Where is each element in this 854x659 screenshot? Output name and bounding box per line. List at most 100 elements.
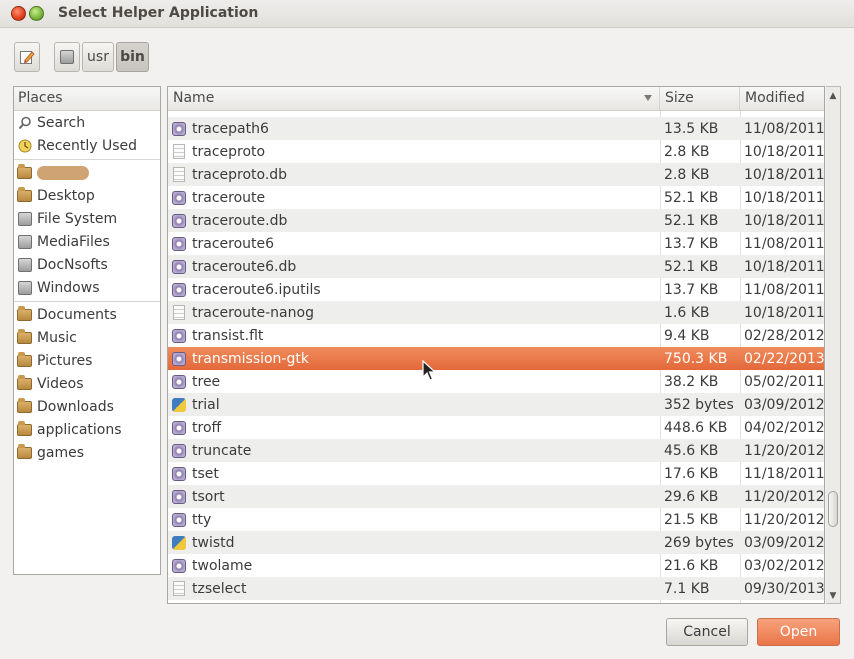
file-size: 21.6 KB xyxy=(664,557,719,574)
open-button[interactable]: Open xyxy=(757,618,840,646)
file-modified: 10/18/2011 xyxy=(744,304,825,321)
file-list-scrollbar[interactable]: ▲ ▼ xyxy=(826,86,841,604)
file-row[interactable]: twolame 21.6 KB 03/02/2012 xyxy=(168,554,824,577)
place-downloads[interactable]: Downloads xyxy=(17,396,114,418)
file-size: 750.3 KB xyxy=(664,350,728,367)
file-name: traceroute6.iputils xyxy=(192,281,321,298)
place-file-system[interactable]: File System xyxy=(17,208,117,230)
column-header-size[interactable]: Size xyxy=(660,87,740,111)
place-docnsofts[interactable]: DocNsofts xyxy=(17,254,108,276)
file-name: tty xyxy=(192,511,212,528)
place-recently-used[interactable]: Recently Used xyxy=(17,135,137,157)
file-name: traceproto xyxy=(192,143,266,160)
file-row[interactable]: truncate 45.6 KB 11/20/2012 xyxy=(168,439,824,462)
place-mediafiles[interactable]: MediaFiles xyxy=(17,231,110,253)
file-name-cell: transist.flt xyxy=(171,324,263,347)
place-label: Music xyxy=(37,330,77,346)
file-row[interactable]: transist.flt 9.4 KB 02/28/2012 xyxy=(168,324,824,347)
file-row[interactable]: traceroute.db 52.1 KB 10/18/2011 xyxy=(168,209,824,232)
file-row[interactable]: tty 21.5 KB 11/20/2012 xyxy=(168,508,824,531)
file-name-cell: traceroute6.db xyxy=(171,255,296,278)
executable-icon xyxy=(171,351,187,367)
file-size: 269 bytes xyxy=(664,534,734,551)
file-name: tree xyxy=(192,373,221,390)
scroll-down-arrow-icon[interactable]: ▼ xyxy=(828,591,838,601)
file-row[interactable]: traceroute6.iputils 13.7 KB 11/08/2011 xyxy=(168,278,824,301)
place-label: applications xyxy=(37,422,122,438)
file-name: twolame xyxy=(192,557,253,574)
file-list[interactable]: Name Size Modified tracepath6 13.5 KB 11/0… xyxy=(167,86,825,604)
file-size: 448.6 KB xyxy=(664,419,728,436)
file-row[interactable]: troff 448.6 KB 04/02/2012 xyxy=(168,416,824,439)
file-row[interactable]: tsort 29.6 KB 11/20/2012 xyxy=(168,485,824,508)
executable-icon xyxy=(171,121,187,137)
sort-descending-icon xyxy=(644,95,652,101)
place-documents[interactable]: Documents xyxy=(17,304,117,326)
file-name-cell: tzselect xyxy=(171,577,246,600)
executable-icon xyxy=(171,282,187,298)
file-row[interactable]: tree 38.2 KB 05/02/2011 xyxy=(168,370,824,393)
text-file-icon xyxy=(171,581,187,597)
place-desktop[interactable]: Desktop xyxy=(17,185,95,207)
file-name-cell: traceproto.db xyxy=(171,163,287,186)
file-size: 21.5 KB xyxy=(664,511,719,528)
file-modified: 11/08/2011 xyxy=(744,281,825,298)
folder-icon xyxy=(17,398,32,415)
scroll-up-arrow-icon[interactable]: ▲ xyxy=(828,91,838,101)
scrollbar-thumb[interactable] xyxy=(828,491,838,527)
place-search[interactable]: Search xyxy=(17,112,85,134)
file-modified: 10/18/2011 xyxy=(744,143,825,160)
close-window-button[interactable] xyxy=(11,6,26,21)
place-home[interactable] xyxy=(17,162,89,184)
file-row[interactable]: traceroute6 13.7 KB 11/08/2011 xyxy=(168,232,824,255)
text-file-icon xyxy=(171,167,187,183)
file-size: 9.4 KB xyxy=(664,327,710,344)
path-crumb-usr[interactable]: usr xyxy=(82,42,114,72)
file-size: 52.1 KB xyxy=(664,258,719,275)
file-name-cell: traceroute6 xyxy=(171,232,274,255)
type-location-button[interactable] xyxy=(14,42,40,72)
folder-icon xyxy=(17,421,32,438)
place-games[interactable]: games xyxy=(17,442,84,464)
cancel-button[interactable]: Cancel xyxy=(666,618,748,646)
file-row[interactable]: tzselect 7.1 KB 09/30/2013 xyxy=(168,577,824,600)
place-music[interactable]: Music xyxy=(17,327,77,349)
file-name-cell: transmission-gtk xyxy=(171,347,309,370)
file-row[interactable]: traceroute6.db 52.1 KB 10/18/2011 xyxy=(168,255,824,278)
file-row[interactable]: trial 352 bytes 03/09/2012 xyxy=(168,393,824,416)
file-row[interactable]: traceroute 52.1 KB 10/18/2011 xyxy=(168,186,824,209)
file-row[interactable]: transmission-gtk 750.3 KB 02/22/2013 xyxy=(168,347,824,370)
place-label: Recently Used xyxy=(37,138,138,154)
file-name-cell: traceroute6.iputils xyxy=(171,278,321,301)
file-row[interactable]: traceroute-nanog 1.6 KB 10/18/2011 xyxy=(168,301,824,324)
maximize-window-button[interactable] xyxy=(29,6,44,21)
file-size: 29.6 KB xyxy=(664,488,719,505)
file-name: traceroute-nanog xyxy=(192,304,314,321)
file-name-cell: twolame xyxy=(171,554,252,577)
file-row[interactable]: twistd 269 bytes 03/09/2012 xyxy=(168,531,824,554)
file-modified: 09/30/2013 xyxy=(744,580,825,597)
path-crumb-bin[interactable]: bin xyxy=(116,42,149,72)
search-icon xyxy=(17,116,32,131)
place-windows[interactable]: Windows xyxy=(17,277,100,299)
file-name-cell: troff xyxy=(171,416,221,439)
column-header-modified[interactable]: Modified xyxy=(740,87,824,111)
place-videos[interactable]: Videos xyxy=(17,373,84,395)
path-crumb-root[interactable] xyxy=(54,42,80,72)
executable-icon xyxy=(171,443,187,459)
file-size: 352 bytes xyxy=(664,396,734,413)
file-row[interactable]: tset 17.6 KB 11/18/2011 xyxy=(168,462,824,485)
places-header[interactable]: Places xyxy=(14,87,160,111)
file-modified: 11/20/2012 xyxy=(744,442,825,459)
place-label: Search xyxy=(37,115,86,131)
file-name: traceproto.db xyxy=(192,166,288,183)
place-pictures[interactable]: Pictures xyxy=(17,350,92,372)
executable-icon xyxy=(171,190,187,206)
column-header-name[interactable]: Name xyxy=(168,87,660,111)
place-applications[interactable]: applications xyxy=(17,419,122,441)
place-label: games xyxy=(37,445,85,461)
file-row[interactable]: traceproto 2.8 KB 10/18/2011 xyxy=(168,140,824,163)
file-modified: 11/20/2012 xyxy=(744,511,825,528)
file-row[interactable]: tracepath6 13.5 KB 11/08/2011 xyxy=(168,117,824,140)
file-row[interactable]: traceproto.db 2.8 KB 10/18/2011 xyxy=(168,163,824,186)
